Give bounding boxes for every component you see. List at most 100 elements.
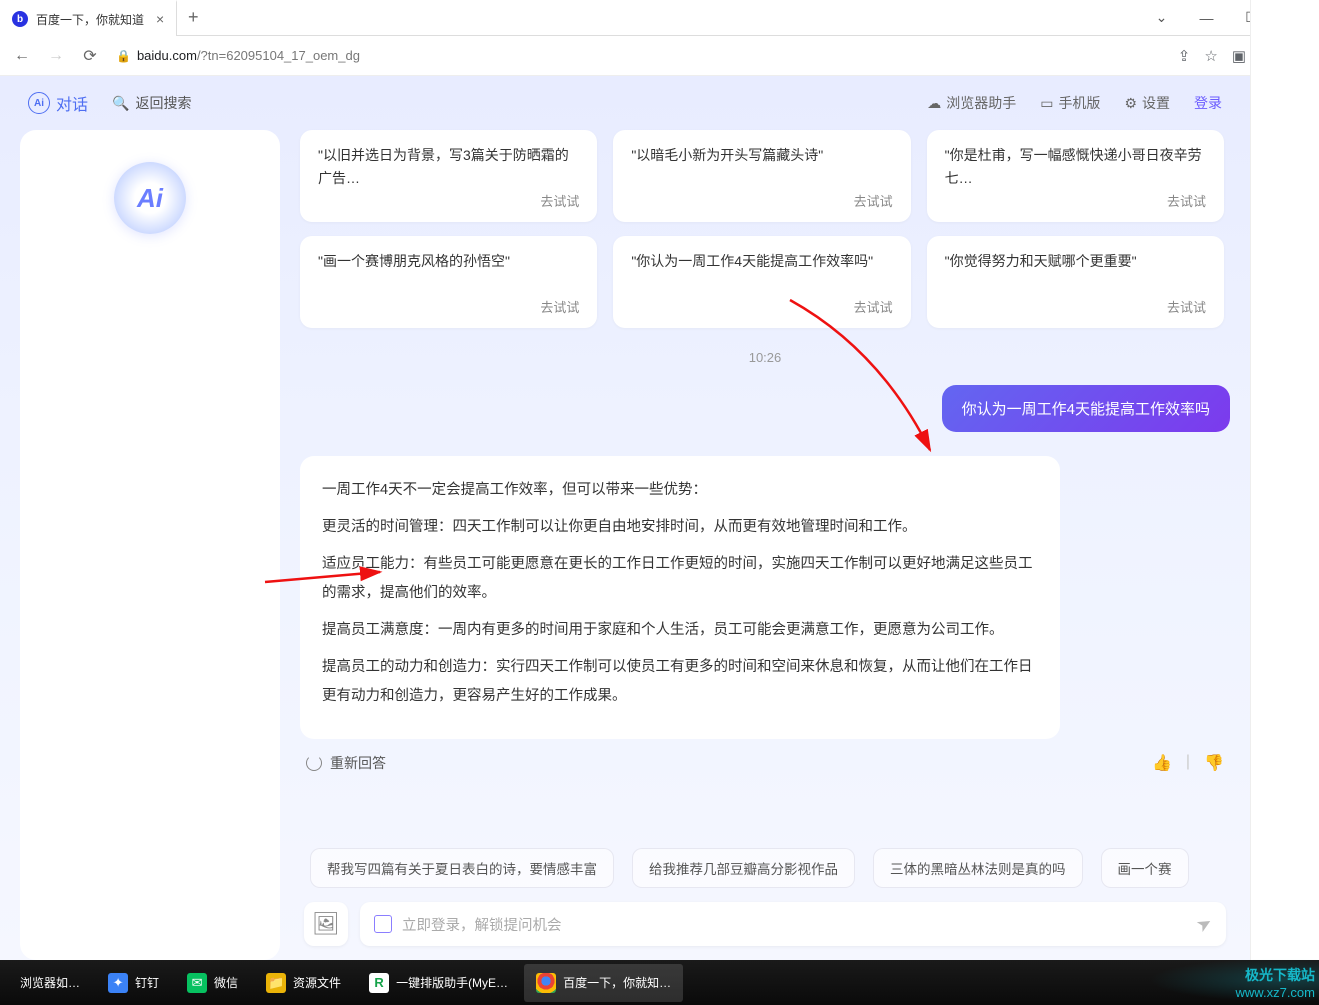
suggestion-chip[interactable]: 帮我写四篇有关于夏日表白的诗，要情感丰富	[310, 848, 614, 888]
taskbar-item[interactable]: 📁 资源文件	[254, 964, 353, 1002]
response-line: 更灵活的时间管理：四天工作制可以让你更自由地安排时间，从而更有效地管理时间和工作…	[322, 513, 1038, 542]
lock-icon: 🔒	[116, 49, 131, 63]
baidu-favicon: b	[12, 11, 28, 27]
prompt-card[interactable]: "以旧并选日为背景，写3篇关于防晒霜的广告…去试试	[300, 130, 597, 222]
try-button[interactable]: 去试试	[854, 297, 893, 316]
thumbs-down-icon[interactable]: 👎	[1204, 753, 1224, 773]
close-tab-icon[interactable]: ×	[156, 11, 164, 27]
try-button[interactable]: 去试试	[540, 191, 579, 210]
bookmark-icon[interactable]: ☆	[1204, 47, 1217, 65]
address-bar: ← → ⟳ 🔒 baidu.com/?tn=62095104_17_oem_dg…	[0, 36, 1319, 76]
try-button[interactable]: 去试试	[540, 297, 579, 316]
helper-label: 浏览器助手	[946, 93, 1016, 113]
suggestion-chip[interactable]: 三体的黑暗丛林法则是真的吗	[873, 848, 1083, 888]
minimize-button[interactable]: —	[1184, 0, 1229, 36]
ai-chat-tab[interactable]: Ai 对话	[28, 91, 88, 115]
response-line: 一周工作4天不一定会提高工作效率，但可以带来一些优势：	[322, 476, 1038, 505]
regenerate-label: 重新回答	[330, 753, 386, 773]
taskbar-label: 百度一下，你就知…	[563, 974, 671, 991]
divider: |	[1186, 753, 1190, 773]
gear-icon: ⚙	[1124, 95, 1137, 112]
taskbar-label: 浏览器如…	[20, 974, 80, 991]
left-sidebar: Ai	[20, 130, 280, 960]
folder-icon: 📁	[266, 973, 286, 993]
tab-title: 百度一下，你就知道	[36, 11, 144, 28]
taskbar-label: 一键排版助手(MyE…	[396, 974, 508, 991]
response-line: 适应员工能力：有些员工可能更愿意在更长的工作日工作更短的时间，实施四天工作制可以…	[322, 550, 1038, 608]
back-button[interactable]: ←	[8, 42, 36, 70]
cube-icon	[374, 915, 392, 933]
suggestion-chip[interactable]: 画一个赛	[1101, 848, 1189, 888]
reload-button[interactable]: ⟳	[76, 42, 104, 70]
phone-icon: ▭	[1040, 95, 1053, 112]
panel-icon[interactable]: ▣	[1232, 47, 1246, 65]
windows-taskbar: 浏览器如… ✦ 钉钉 ✉ 微信 📁 资源文件 R一键排版助手(MyE… 百度一下，你就…	[0, 960, 1319, 1005]
ai-response-bubble: 一周工作4天不一定会提高工作效率，但可以带来一些优势： 更灵活的时间管理：四天工…	[300, 456, 1060, 739]
suggestion-row: 帮我写四篇有关于夏日表白的诗，要情感丰富 给我推荐几部豆瓣高分影视作品 三体的黑…	[300, 848, 1230, 888]
page-content: Ai 对话 🔍 返回搜索 ☁浏览器助手 ▭手机版 ⚙ 设置 登录 Ai "以旧并选…	[0, 76, 1250, 960]
try-button[interactable]: 去试试	[1167, 297, 1206, 316]
watermark-title: 极光下载站	[1245, 965, 1315, 985]
watermark-url: www.xz7.com	[1236, 985, 1315, 1000]
return-to-search[interactable]: 🔍 返回搜索	[112, 93, 191, 113]
chat-column: "以旧并选日为背景，写3篇关于防晒霜的广告…去试试 "以暗毛小新为开头写篇藏头诗…	[300, 130, 1230, 960]
forward-button[interactable]: →	[42, 42, 70, 70]
prompt-card[interactable]: "你认为一周工作4天能提高工作效率吗" 去试试	[613, 236, 910, 328]
taskbar-item[interactable]: ✉ 微信	[175, 964, 250, 1002]
card-text: "你认为一周工作4天能提高工作效率吗"	[631, 250, 892, 273]
response-actions: 重新回答 👍 | 👎	[300, 753, 1230, 773]
url-box[interactable]: 🔒 baidu.com/?tn=62095104_17_oem_dg	[110, 48, 366, 63]
card-row-2: "画一个赛博朋克风格的孙悟空" 去试试 "你认为一周工作4天能提高工作效率吗" 去试…	[300, 236, 1224, 328]
card-text: "你觉得努力和天赋哪个更重要"	[945, 250, 1206, 273]
card-text: "以暗毛小新为开头写篇藏头诗"	[631, 144, 892, 167]
taskbar-item[interactable]: R一键排版助手(MyE…	[357, 964, 520, 1002]
card-text: "你是杜甫，写一幅感慨快递小哥日夜辛劳七…	[945, 144, 1206, 190]
settings-link[interactable]: ⚙ 设置	[1124, 93, 1170, 113]
ai-chat-label: 对话	[56, 91, 88, 115]
browser-tab-active[interactable]: b 百度一下，你就知道 ×	[0, 0, 177, 36]
mobile-version[interactable]: ▭手机版	[1040, 93, 1100, 113]
user-message-bubble: 你认为一周工作4天能提高工作效率吗	[942, 385, 1230, 432]
ai-logo: Ai	[114, 162, 186, 234]
taskbar-item[interactable]: ✦ 钉钉	[96, 964, 171, 1002]
return-search-label: 返回搜索	[135, 93, 191, 113]
suggestion-chip[interactable]: 给我推荐几部豆瓣高分影视作品	[632, 848, 855, 888]
watermark: 极光下载站 www.xz7.com	[1149, 958, 1319, 1002]
new-tab-button[interactable]: +	[177, 0, 209, 35]
prompt-card[interactable]: "以暗毛小新为开头写篇藏头诗" 去试试	[613, 130, 910, 222]
login-link[interactable]: 登录	[1194, 93, 1222, 113]
refresh-icon	[306, 755, 322, 771]
card-row-1: "以旧并选日为背景，写3篇关于防晒霜的广告…去试试 "以暗毛小新为开头写篇藏头诗…	[300, 130, 1224, 222]
try-button[interactable]: 去试试	[1167, 191, 1206, 210]
share-icon[interactable]: ⇪	[1178, 47, 1191, 65]
prompt-card[interactable]: "画一个赛博朋克风格的孙悟空" 去试试	[300, 236, 597, 328]
taskbar-item-active[interactable]: 百度一下，你就知…	[524, 964, 683, 1002]
settings-label: 设置	[1142, 93, 1170, 113]
thumbs-up-icon[interactable]: 👍	[1152, 753, 1172, 773]
ai-badge-icon: Ai	[28, 92, 50, 114]
wechat-icon: ✉	[187, 973, 207, 993]
prompt-card[interactable]: "你觉得努力和天赋哪个更重要" 去试试	[927, 236, 1224, 328]
input-placeholder: 立即登录，解锁提问机会	[402, 914, 562, 935]
send-icon[interactable]: ➤	[1193, 911, 1217, 937]
url-host: baidu.com	[137, 48, 197, 63]
add-button[interactable]: 🖼	[304, 902, 348, 946]
dingtalk-icon: ✦	[108, 973, 128, 993]
card-text: "以旧并选日为背景，写3篇关于防晒霜的广告…	[318, 144, 579, 190]
chat-input[interactable]: 立即登录，解锁提问机会 ➤	[360, 902, 1226, 946]
taskbar-label: 钉钉	[135, 974, 159, 991]
try-button[interactable]: 去试试	[854, 191, 893, 210]
taskbar-item[interactable]: 浏览器如…	[8, 964, 92, 1002]
chevron-down-icon[interactable]: ⌄	[1139, 0, 1184, 36]
page-topbar: Ai 对话 🔍 返回搜索 ☁浏览器助手 ▭手机版 ⚙ 设置 登录	[0, 76, 1250, 130]
url-path: /?tn=62095104_17_oem_dg	[197, 48, 360, 63]
taskbar-label: 微信	[214, 974, 238, 991]
cropped-margin	[1250, 0, 1319, 960]
search-icon: 🔍	[112, 95, 129, 112]
taskbar-label: 资源文件	[293, 974, 341, 991]
regenerate-button[interactable]: 重新回答	[306, 753, 386, 773]
input-row: 🖼 立即登录，解锁提问机会 ➤	[300, 902, 1230, 946]
card-text: "画一个赛博朋克风格的孙悟空"	[318, 250, 579, 273]
browser-helper[interactable]: ☁浏览器助手	[927, 93, 1016, 113]
prompt-card[interactable]: "你是杜甫，写一幅感慨快递小哥日夜辛劳七…去试试	[927, 130, 1224, 222]
